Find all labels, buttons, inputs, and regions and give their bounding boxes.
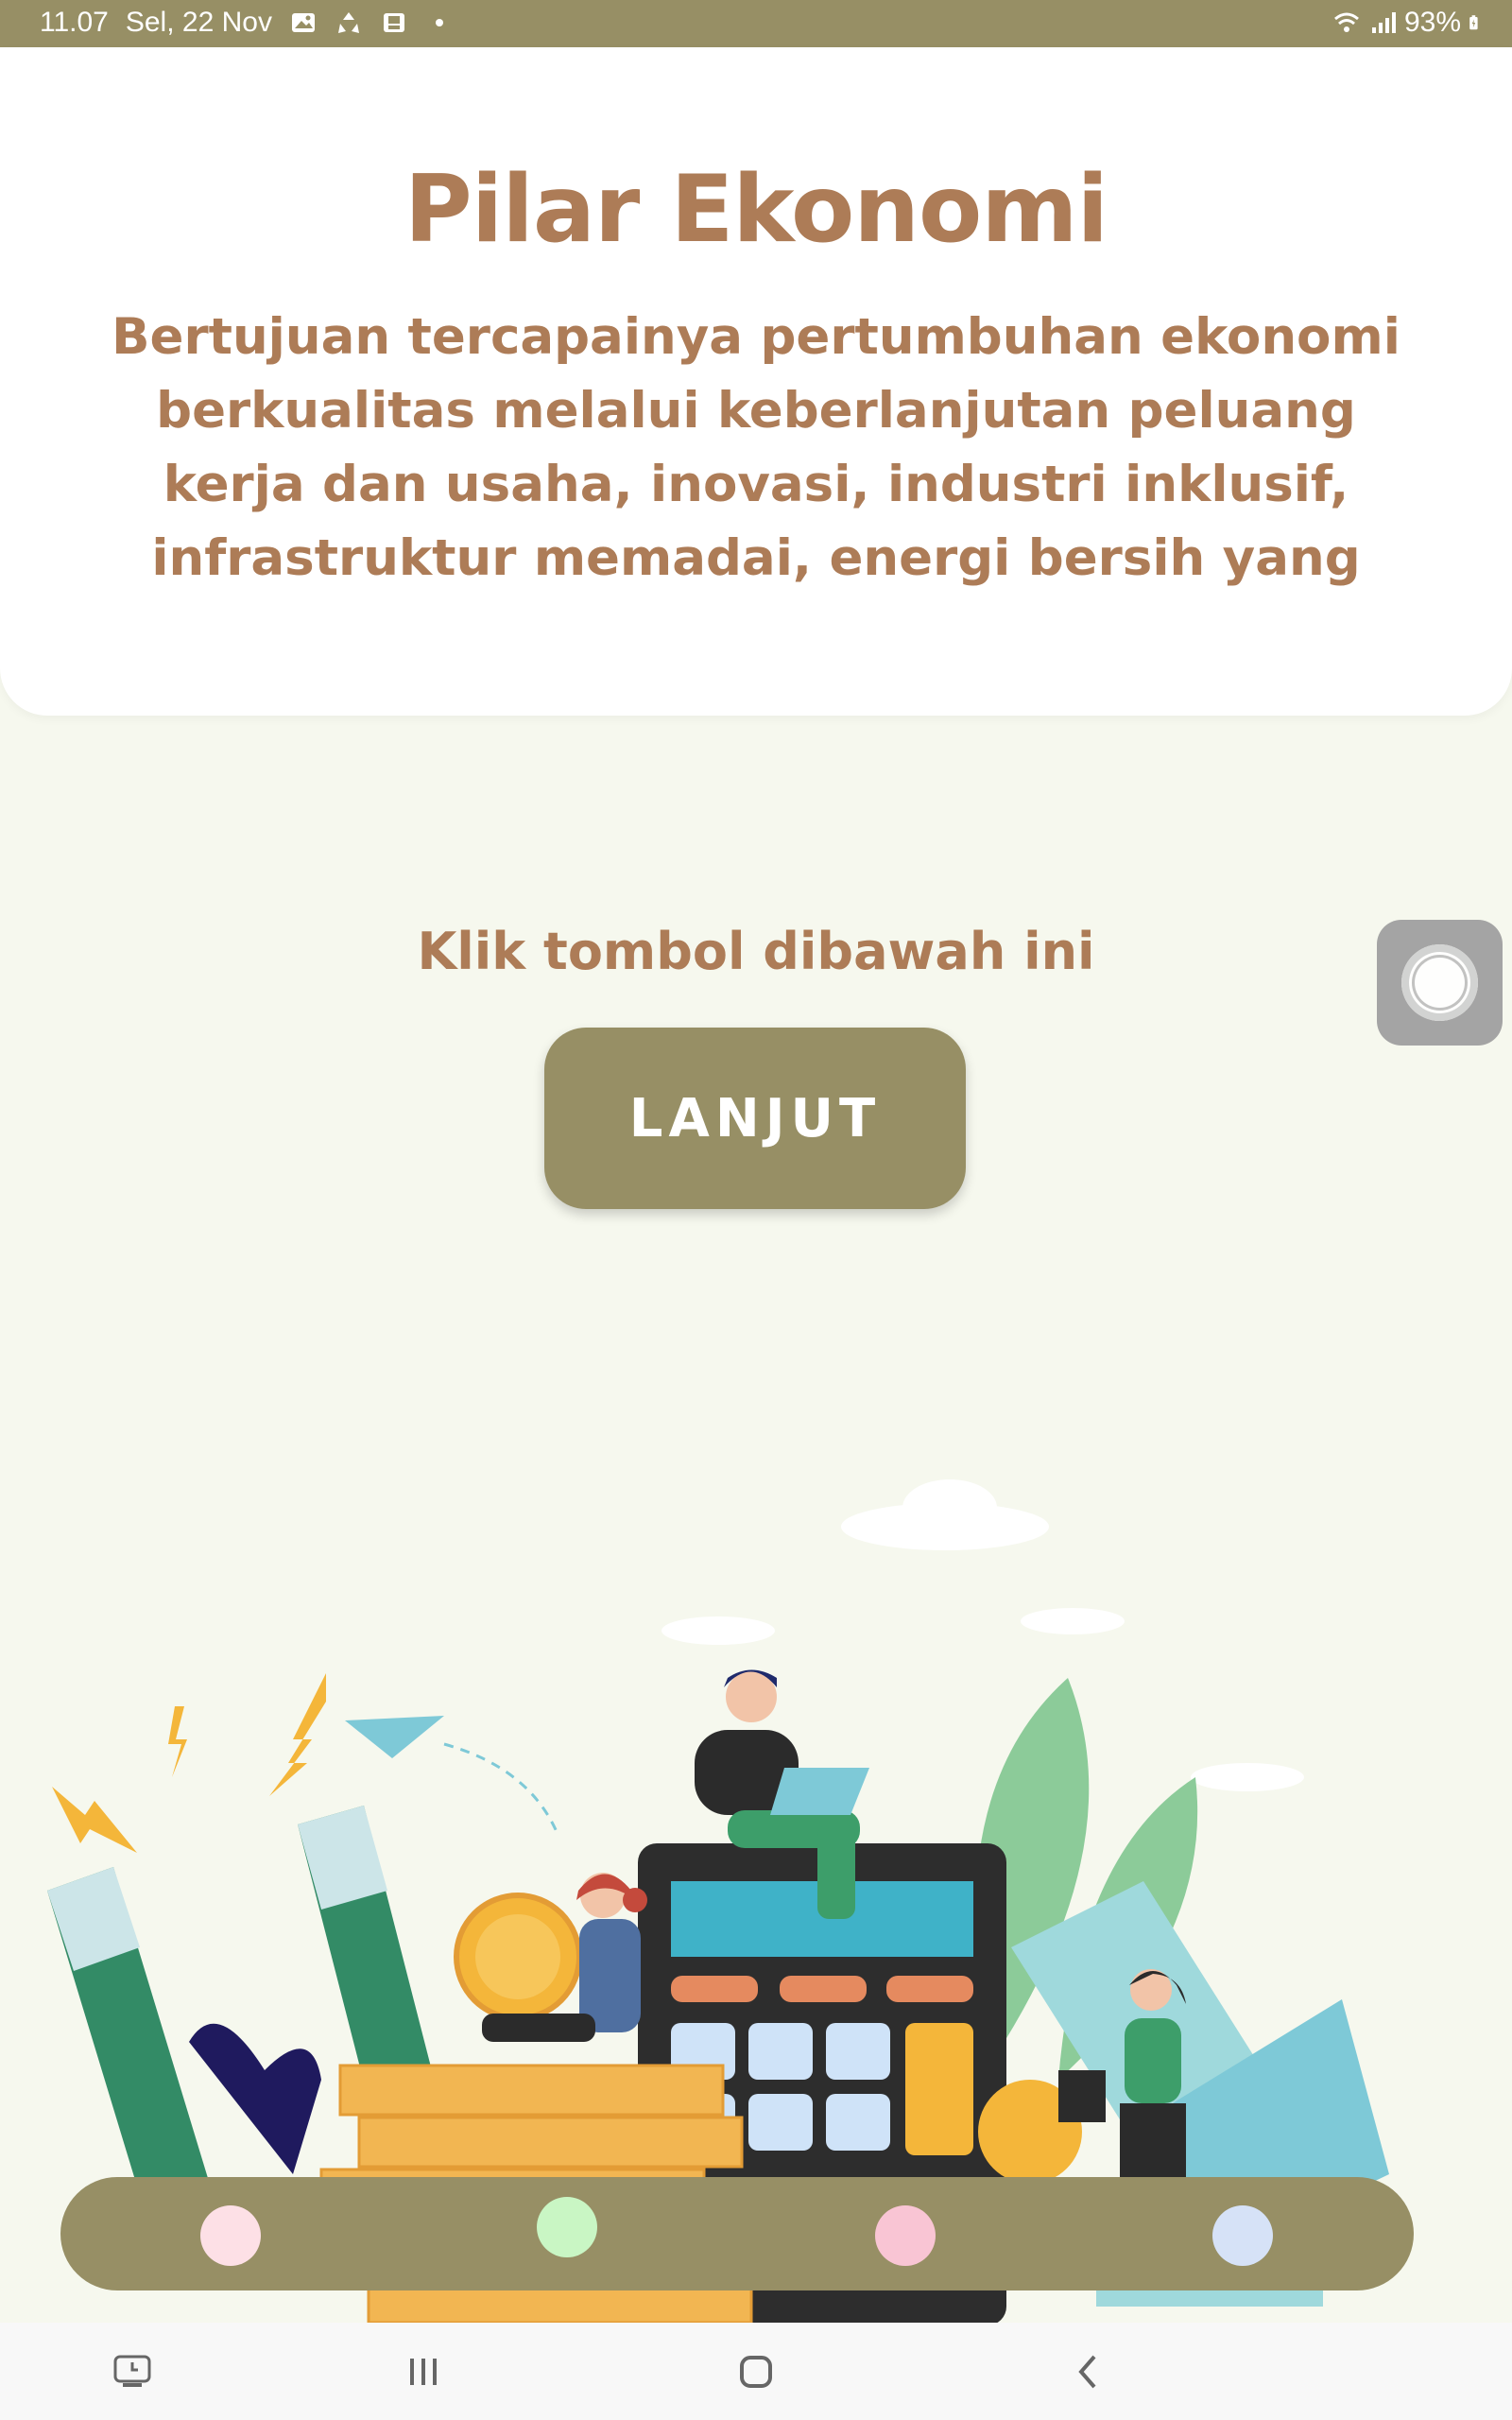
- page-title: Pilar Ekonomi: [404, 156, 1108, 264]
- home-icon[interactable]: [733, 2349, 779, 2394]
- dot-icon: [435, 19, 443, 26]
- assistive-touch-button[interactable]: [1377, 920, 1503, 1046]
- menu-lines-icon[interactable]: [401, 2349, 446, 2394]
- paper-plane-icon: [345, 1716, 559, 1835]
- bottom-tab-bar: [60, 2177, 1414, 2290]
- gallery-icon: [291, 13, 315, 32]
- assistive-touch-icon: [1401, 944, 1478, 1021]
- status-right: 93%: [1332, 7, 1486, 39]
- battery-icon: [1469, 15, 1478, 30]
- tab-dot-3[interactable]: [875, 2205, 936, 2266]
- instruction-text: Klik tombol dibawah ini: [417, 922, 1095, 981]
- status-bar: 11.07 Sel, 22 Nov 93%: [0, 0, 1512, 47]
- battery-percent: 93%: [1403, 7, 1461, 38]
- status-date: Sel, 22 Nov: [125, 7, 272, 38]
- tab-dot-4[interactable]: [1212, 2205, 1273, 2266]
- tab-dot-2[interactable]: [537, 2197, 597, 2257]
- recent-apps-icon[interactable]: [110, 2349, 155, 2394]
- signal-icon: [1371, 12, 1396, 33]
- system-nav-bar: [0, 2323, 1512, 2420]
- tab-dot-1[interactable]: [200, 2205, 261, 2266]
- sync-icon: [337, 12, 359, 33]
- wifi-icon: [1333, 12, 1359, 32]
- lightning-icon: [52, 1673, 326, 1853]
- page-description: Bertujuan tercapainya pertumbuhan ekonom…: [112, 308, 1400, 587]
- back-icon[interactable]: [1066, 2349, 1111, 2394]
- status-left: 11.07 Sel, 22 Nov: [40, 7, 454, 39]
- screenshot-icon: [383, 13, 404, 32]
- status-time: 11.07: [40, 7, 109, 38]
- lanjut-button[interactable]: LANJUT: [544, 1028, 966, 1209]
